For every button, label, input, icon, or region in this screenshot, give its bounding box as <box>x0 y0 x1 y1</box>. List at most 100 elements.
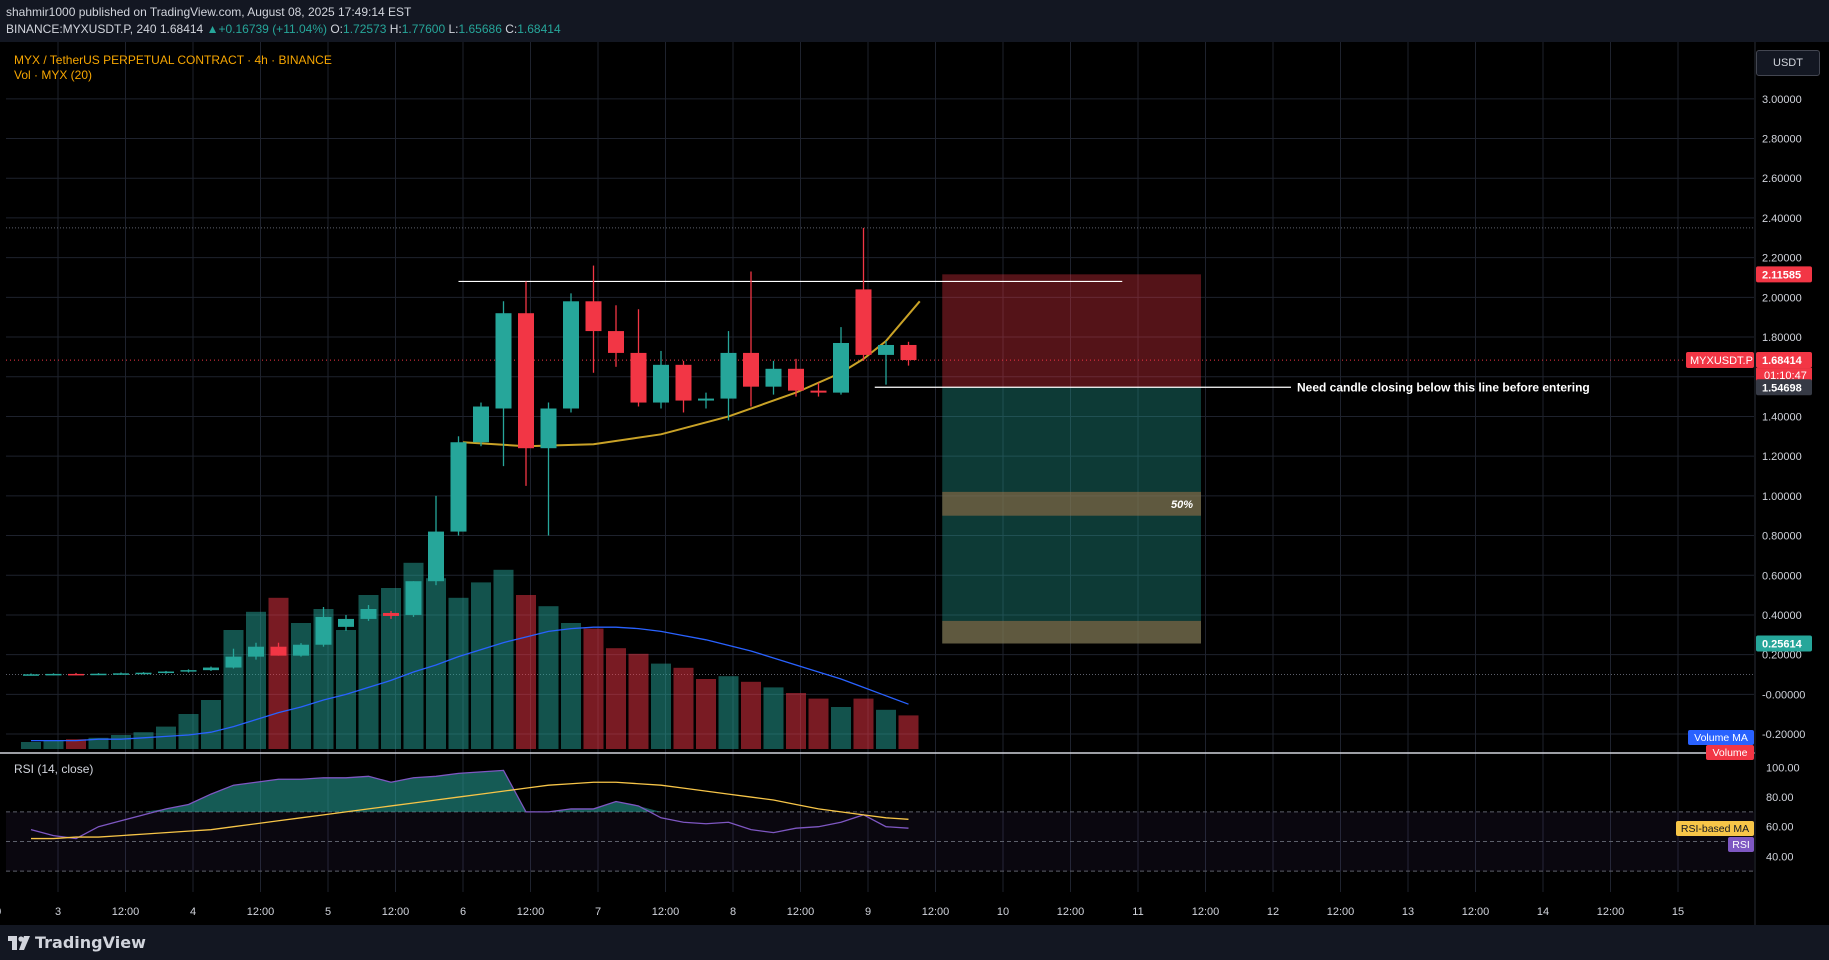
candle-body <box>248 646 264 657</box>
stop-loss-zone <box>942 274 1201 388</box>
tradingview-logo-icon <box>8 935 30 950</box>
price-tick-label: 3.00000 <box>1762 94 1802 106</box>
time-tick-label: 12:00 <box>1462 906 1490 918</box>
symbol-label: BINANCE:MYXUSDT.P, 240 <box>6 22 157 36</box>
time-tick-label: 11 <box>1132 906 1143 918</box>
candle-body <box>135 672 152 675</box>
time-tick-label: 9 <box>865 906 871 918</box>
time-tick-label: 13 <box>1402 906 1414 918</box>
close-value: 1.68414 <box>517 22 561 36</box>
price-label-text: 2.11585 <box>1762 269 1801 281</box>
price-tick-label: 0.60000 <box>1762 570 1802 582</box>
currency-button[interactable]: USDT <box>1756 50 1820 76</box>
candle-body <box>90 673 107 676</box>
volume-bar <box>223 630 244 749</box>
candle-body <box>855 289 872 355</box>
volume-bar <box>448 597 469 749</box>
volume-bar <box>876 709 896 749</box>
volume-bar <box>718 676 739 749</box>
time-tick-label: 12:00 <box>787 906 815 918</box>
tradingview-logo[interactable]: TradingView <box>8 933 146 952</box>
last-price: 1.68414 <box>159 22 204 36</box>
price-tick-label: -0.00000 <box>1762 689 1805 701</box>
candle-body <box>563 301 579 409</box>
volume-bar <box>201 700 221 749</box>
candle-body <box>675 364 692 401</box>
time-tick-label: 12 <box>1267 906 1279 918</box>
candle-body <box>833 342 849 393</box>
time-tick-label: 10 <box>997 906 1009 918</box>
time-tick-label: 3 <box>55 906 61 918</box>
publisher-line: shahmir1000 published on TradingView.com… <box>6 5 412 19</box>
volume-bar <box>673 667 694 749</box>
price-tick-label: 1.00000 <box>1762 491 1802 503</box>
legend-tag-text: Volume MA <box>1694 732 1748 744</box>
low-label: L: <box>448 22 459 36</box>
open-value: 1.72573 <box>343 22 387 36</box>
time-tick-label: 15 <box>1672 906 1684 918</box>
candle-body <box>405 581 422 615</box>
volume-bar <box>808 698 829 749</box>
price-chart[interactable]: MYX / TetherUS PERPETUAL CONTRACT · 4h ·… <box>0 42 1829 925</box>
price-tick-label: 0.80000 <box>1762 531 1802 543</box>
candle-body <box>540 408 557 449</box>
time-tick-label: 12:00 <box>517 906 545 918</box>
close-label: C: <box>505 22 518 36</box>
volume-bar <box>268 597 289 749</box>
candle-body <box>113 673 129 675</box>
footer: TradingView <box>0 925 1829 960</box>
price-tick-label: 2.60000 <box>1762 173 1802 185</box>
open-label: O: <box>330 22 344 36</box>
mid-target-zone <box>942 491 1201 516</box>
price-tick-label: 1.40000 <box>1762 411 1802 423</box>
time-tick-label: 2:00 <box>0 906 1 918</box>
rsi-title: RSI (14, close) <box>14 762 93 776</box>
candle-body <box>203 667 219 671</box>
candle-body <box>518 313 534 449</box>
ohlc-line: BINANCE:MYXUSDT.P, 240 1.68414 ▲+0.16739… <box>6 22 561 36</box>
candle-body <box>68 673 84 676</box>
volume-bar <box>786 693 806 749</box>
time-tick-label: 7 <box>595 906 601 918</box>
candle-body <box>743 352 759 387</box>
legend-tag-text: RSI-based MA <box>1681 823 1749 835</box>
volume-bar <box>156 726 176 749</box>
price-change: +0.16739 (+11.04%) <box>218 22 327 36</box>
candle-body <box>698 398 714 401</box>
volume-bar <box>763 687 784 749</box>
high-value: 1.77600 <box>401 22 446 36</box>
price-label-text: 1.68414 <box>1762 355 1803 367</box>
chart-title: MYX / TetherUS PERPETUAL CONTRACT · 4h ·… <box>14 53 332 67</box>
volume-bar <box>133 732 154 749</box>
tradingview-logo-text: TradingView <box>35 933 146 952</box>
time-tick-label: 6 <box>460 906 466 918</box>
time-tick-label: 12:00 <box>1192 906 1220 918</box>
chart-header: shahmir1000 published on TradingView.com… <box>0 0 1829 42</box>
volume-bar <box>178 714 199 749</box>
candle-body <box>293 644 309 656</box>
rsi-tick-label: 100.00 <box>1766 762 1800 774</box>
price-tick-label: 0.40000 <box>1762 610 1802 622</box>
symbol-tag-text: MYXUSDT.P <box>1690 355 1753 367</box>
candle-body <box>788 368 804 391</box>
candle-body <box>765 368 782 387</box>
candle-body <box>45 673 62 676</box>
candle-body <box>608 331 624 353</box>
time-tick-label: 8 <box>730 906 736 918</box>
time-tick-label: 12:00 <box>922 906 950 918</box>
price-tick-label: 2.40000 <box>1762 213 1802 225</box>
price-label-text: 0.25614 <box>1762 639 1803 651</box>
volume-bar <box>471 582 491 749</box>
volume-title: Vol · MYX (20) <box>14 68 92 82</box>
high-label: H: <box>389 22 402 36</box>
volume-bar <box>583 628 604 749</box>
volume-bar <box>696 679 716 749</box>
candle-body <box>315 616 332 645</box>
final-target-zone <box>942 620 1201 644</box>
volume-bar <box>426 578 446 749</box>
time-tick-label: 4 <box>190 906 196 918</box>
candle-body <box>338 618 354 627</box>
volume-bar <box>246 611 266 749</box>
time-tick-label: 12:00 <box>112 906 140 918</box>
candle-body <box>225 656 242 668</box>
